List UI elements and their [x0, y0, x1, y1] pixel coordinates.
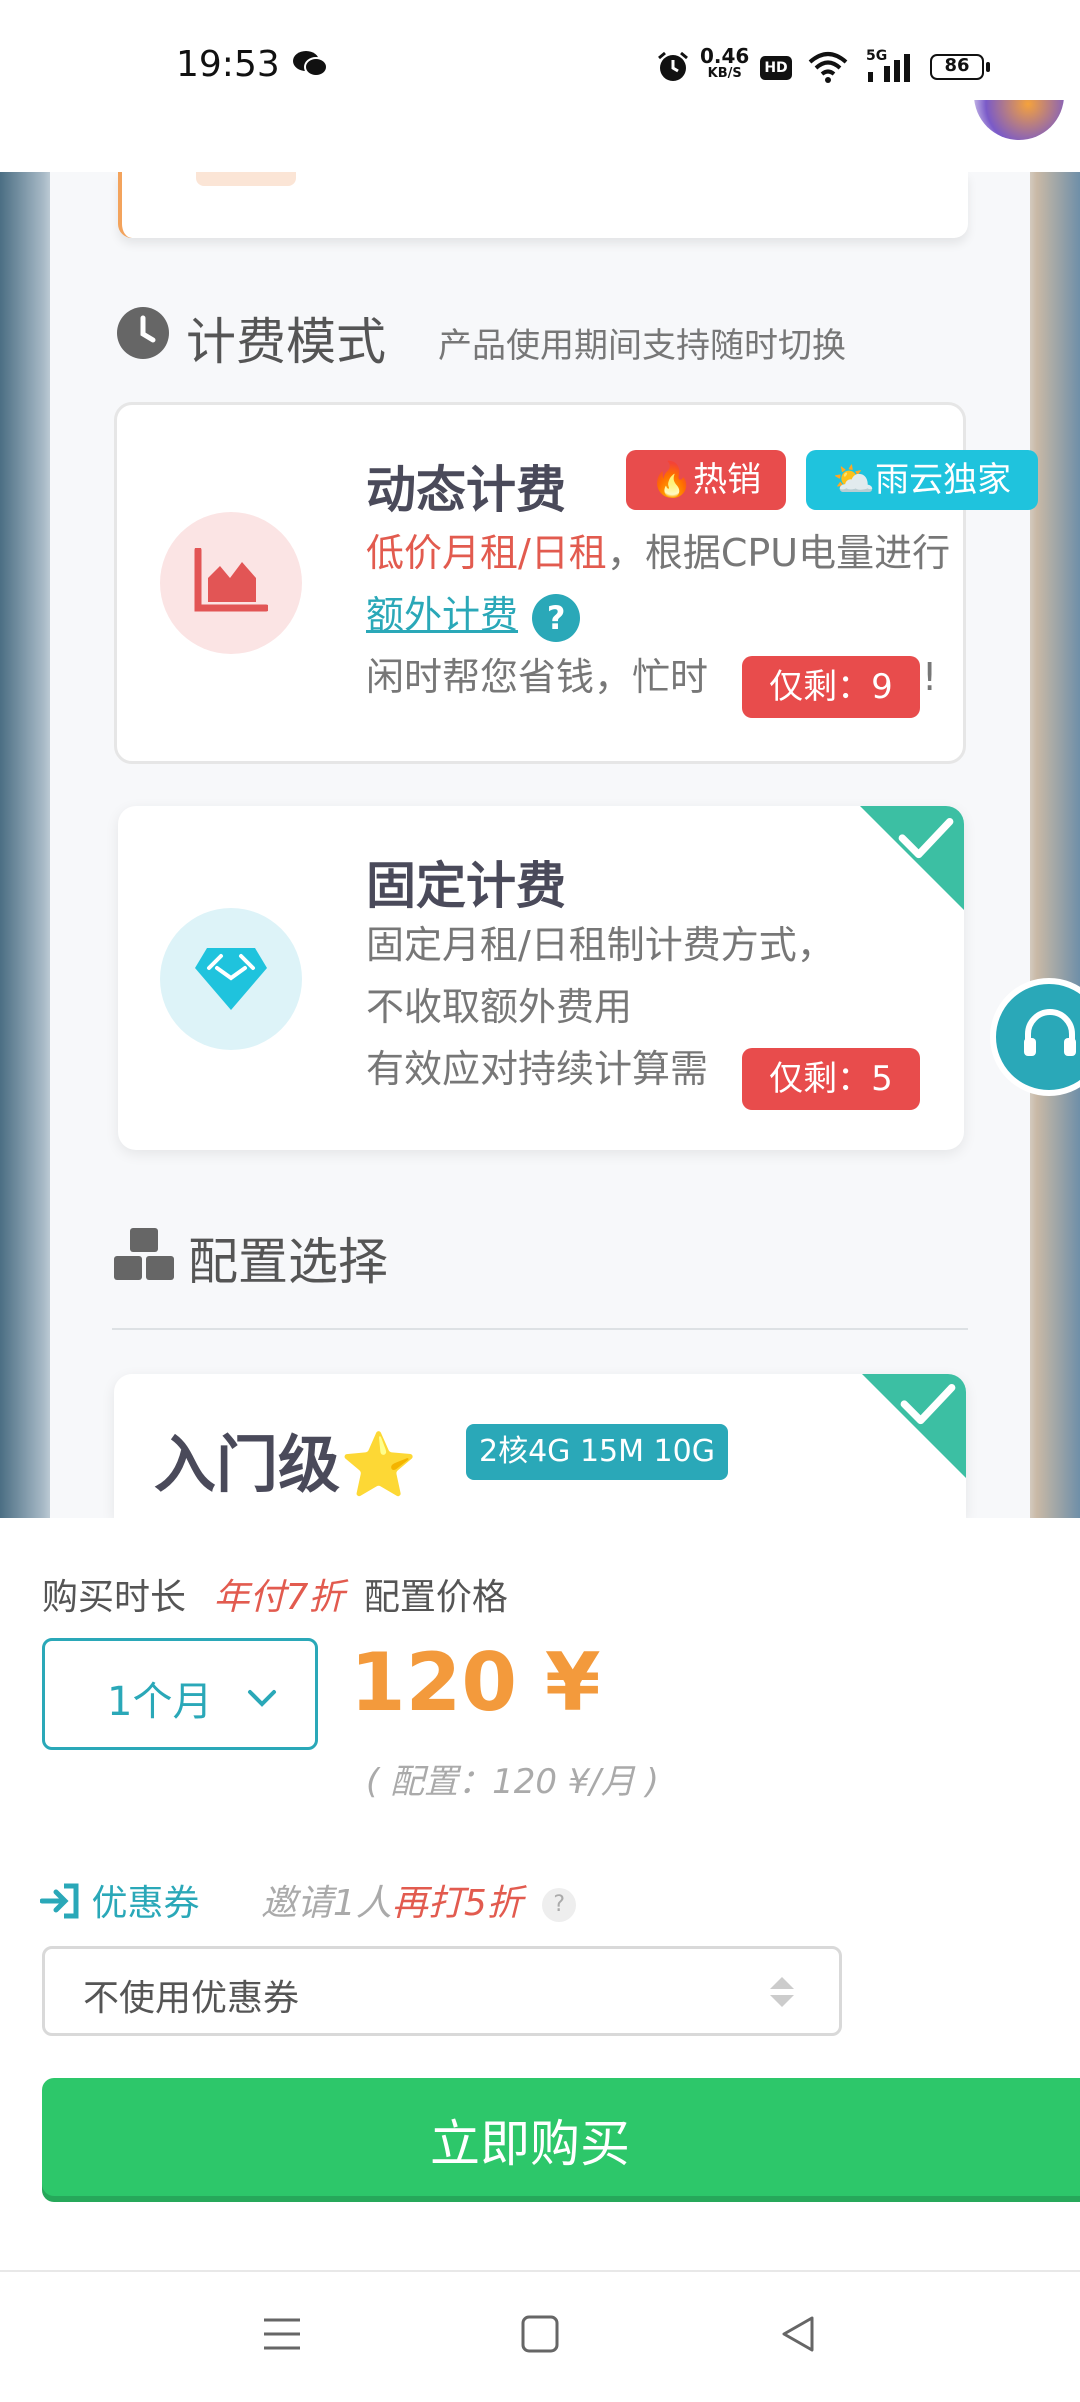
help-icon[interactable]: ?	[532, 593, 581, 642]
home-icon[interactable]	[520, 2314, 560, 2354]
menu-icon[interactable]	[262, 2316, 302, 2352]
clock-icon	[117, 307, 169, 359]
net-speed-value: 0.46	[700, 44, 750, 68]
dynamic-remaining-badge: 仅剩：9	[742, 656, 920, 718]
avatar[interactable]	[970, 100, 1080, 140]
tier-checkmark-icon	[900, 1384, 956, 1425]
sort-icon	[770, 1977, 794, 2007]
status-time: 19:53	[176, 44, 280, 85]
dynamic-billing-desc-line1: 低价月租/日租，根据CPU电量进行	[366, 522, 950, 584]
hot-badge: 🔥热销	[626, 450, 786, 510]
battery-level: 86	[944, 55, 970, 76]
back-icon[interactable]	[778, 2314, 818, 2354]
buy-now-button[interactable]: 立即购买	[42, 2078, 1080, 2196]
dynamic-desc-end: !	[922, 655, 938, 699]
star-icon: ⭐	[340, 1428, 418, 1501]
coupon-select-value: 不使用优惠券	[83, 1978, 300, 2019]
duration-select[interactable]: 1个月	[42, 1638, 318, 1750]
coupon-select[interactable]: 不使用优惠券	[42, 1946, 842, 2036]
system-nav-bar	[0, 2270, 1080, 2402]
cubes-icon	[114, 1228, 174, 1280]
price-label: 配置价格	[363, 1577, 508, 1618]
wechat-icon	[293, 51, 328, 77]
previous-card[interactable]	[118, 172, 968, 238]
price-detail: ( 配置：120 ¥/月 )	[366, 1762, 659, 1802]
duration-label: 购买时长	[42, 1577, 187, 1618]
duration-value: 1个月	[107, 1679, 213, 1725]
net-speed: 0.46 KB/S	[700, 44, 750, 82]
coupon-row: 优惠券 邀请1人再打5折 ?	[39, 1874, 577, 1926]
checkmark-icon	[898, 818, 954, 859]
price-value: 120 ¥	[350, 1636, 601, 1729]
coupon-label: 优惠券	[91, 1883, 200, 1924]
signal-icon	[868, 54, 910, 82]
invite-help-icon[interactable]: ?	[542, 1888, 577, 1922]
tier-name: 入门级⭐	[154, 1414, 417, 1504]
card-decoration	[196, 172, 296, 186]
billing-section-subtitle: 产品使用期间支持随时切换	[438, 326, 846, 366]
coupon-login-icon	[39, 1883, 79, 1919]
dynamic-desc-line3: 闲时帮您省钱，忙时	[366, 655, 709, 699]
area-chart-icon	[194, 548, 268, 612]
alarm-icon	[658, 51, 688, 81]
dynamic-desc-rest: ，根据CPU电量进行	[606, 531, 951, 575]
headset-icon	[1024, 1009, 1076, 1056]
purchase-sheet: 购买时长 年付7折 配置价格 1个月 120 ¥ ( 配置：120 ¥/月 ) …	[0, 1518, 1080, 2270]
exclusive-badge: ⛅雨云独家	[806, 450, 1038, 510]
tier-name-text: 入门级	[154, 1428, 341, 1501]
config-section-title: 配置选择	[188, 1233, 388, 1291]
status-bar: 19:53 0.46 KB/S HD 5G 86	[0, 0, 1080, 172]
extra-billing-link[interactable]: 额外计费	[366, 593, 518, 637]
annual-discount: 年付7折	[213, 1577, 345, 1618]
dynamic-billing-desc-line2: 额外计费 ?	[366, 584, 581, 646]
dynamic-billing-desc-line3: 闲时帮您省钱，忙时	[366, 646, 708, 708]
fixed-billing-desc-line1: 固定月租/日租制计费方式，	[366, 923, 835, 967]
invite-text: 邀请1人	[260, 1883, 392, 1924]
fixed-billing-title: 固定计费	[366, 857, 566, 915]
signal-indicator: 5G	[866, 48, 916, 84]
dynamic-price-highlight: 低价月租/日租	[366, 531, 607, 575]
fixed-remaining-badge: 仅剩：5	[742, 1048, 920, 1110]
battery-indicator: 86	[930, 54, 992, 82]
tier-spec-badge: 2核4G 15M 10G	[466, 1424, 728, 1480]
duration-row: 购买时长 年付7折 配置价格	[42, 1568, 508, 1620]
chevron-down-icon	[248, 1690, 276, 1707]
fixed-billing-desc-line3: 有效应对持续计算需	[366, 1047, 709, 1091]
section-divider	[112, 1328, 968, 1330]
dynamic-billing-title: 动态计费	[366, 461, 566, 519]
fixed-billing-desc-line2: 不收取额外费用	[366, 985, 633, 1029]
wifi-icon	[808, 52, 848, 83]
hd-badge: HD	[760, 56, 792, 80]
invite-discount: 再打5折	[391, 1883, 523, 1924]
billing-section-title: 计费模式	[186, 313, 386, 371]
buy-now-label: 立即购买	[430, 2115, 630, 2173]
diamond-icon	[195, 948, 267, 1010]
